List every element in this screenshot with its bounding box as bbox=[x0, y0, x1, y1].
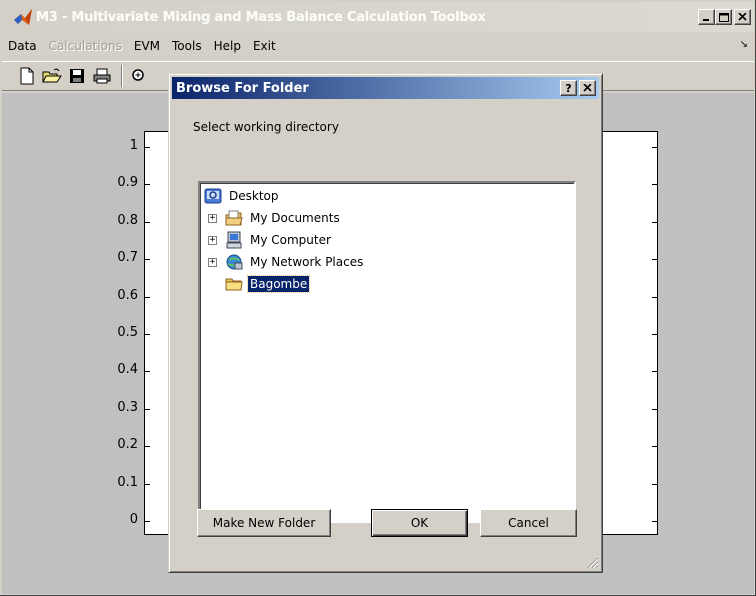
y-tick-label: 0.2 bbox=[117, 437, 138, 453]
zoom-in-button[interactable] bbox=[128, 65, 150, 87]
folder-tree[interactable]: Desktop + My Documents + My Computer + M… bbox=[198, 181, 576, 523]
y-tick-mark bbox=[145, 483, 150, 485]
y-tick-mark-right bbox=[652, 446, 657, 448]
dialog-title: Browse For Folder bbox=[176, 80, 309, 96]
y-tick-mark-right bbox=[652, 184, 657, 186]
tree-item-label: Desktop bbox=[229, 189, 279, 203]
y-tick-mark bbox=[145, 521, 150, 522]
open-button[interactable] bbox=[41, 65, 63, 87]
y-tick-mark-right bbox=[652, 221, 657, 223]
minimize-icon bbox=[703, 18, 709, 21]
tree-item-label: Bagombe bbox=[246, 275, 311, 293]
dialog-prompt: Select working directory bbox=[193, 120, 339, 134]
y-tick-mark bbox=[145, 446, 150, 448]
y-tick-mark bbox=[145, 184, 150, 186]
y-tick-mark bbox=[145, 147, 150, 148]
new-file-button[interactable] bbox=[16, 65, 38, 87]
y-tick-label: 0.6 bbox=[117, 287, 138, 303]
help-button[interactable]: ? bbox=[560, 80, 577, 96]
menu-bar: Data Calculations EVM Tools Help Exit ↘ bbox=[2, 34, 754, 58]
y-tick-label: 0.9 bbox=[117, 175, 138, 191]
expand-icon[interactable]: + bbox=[208, 213, 217, 223]
y-tick-mark bbox=[145, 221, 150, 223]
expand-icon[interactable]: + bbox=[208, 257, 217, 267]
browse-folder-dialog: Browse For Folder ? Select working direc… bbox=[168, 73, 603, 573]
y-tick-label: 0 bbox=[129, 512, 138, 527]
y-tick-label: 0.4 bbox=[117, 362, 138, 378]
menu-evm[interactable]: EVM bbox=[128, 39, 166, 53]
tree-item-label: My Computer bbox=[250, 233, 331, 247]
desktop-icon bbox=[204, 187, 222, 205]
make-new-folder-button[interactable]: Make New Folder bbox=[197, 509, 331, 537]
network-places-icon bbox=[225, 253, 243, 271]
my-computer-icon bbox=[225, 231, 243, 249]
menu-data[interactable]: Data bbox=[2, 39, 43, 53]
tree-item-bagombe[interactable]: Bagombe bbox=[225, 274, 311, 294]
save-button[interactable] bbox=[66, 65, 88, 87]
y-tick-mark bbox=[145, 371, 150, 373]
print-icon bbox=[93, 68, 111, 84]
y-tick-mark-right bbox=[652, 483, 657, 485]
y-tick-label: 0.1 bbox=[117, 474, 138, 490]
y-tick-mark-right bbox=[652, 147, 657, 148]
open-folder-icon bbox=[42, 68, 62, 83]
tree-item-desktop[interactable]: Desktop bbox=[204, 186, 281, 206]
y-tick-label: 0.3 bbox=[117, 399, 138, 415]
menu-overflow-arrow-icon[interactable]: ↘ bbox=[740, 39, 748, 50]
matlab-icon bbox=[14, 9, 32, 25]
app-title: M3 - Multivariate Mixing and Mass Balanc… bbox=[36, 9, 486, 25]
tree-item-my-documents[interactable]: + My Documents bbox=[208, 208, 342, 228]
title-bar[interactable]: M3 - Multivariate Mixing and Mass Balanc… bbox=[2, 2, 754, 32]
save-icon bbox=[70, 69, 84, 83]
menu-exit[interactable]: Exit bbox=[247, 39, 282, 53]
y-tick-mark-right bbox=[652, 521, 657, 522]
y-tick-mark-right bbox=[652, 334, 657, 335]
menu-calculations[interactable]: Calculations bbox=[43, 39, 128, 53]
zoom-in-icon bbox=[132, 69, 144, 81]
menu-help[interactable]: Help bbox=[208, 39, 247, 53]
tree-item-my-computer[interactable]: + My Computer bbox=[208, 230, 333, 250]
close-button[interactable] bbox=[734, 9, 751, 25]
y-tick-mark-right bbox=[652, 371, 657, 373]
y-tick-mark bbox=[145, 408, 150, 410]
y-tick-label: 0.5 bbox=[117, 325, 138, 340]
dialog-close-button[interactable] bbox=[579, 80, 596, 96]
close-icon bbox=[583, 84, 592, 92]
y-tick-mark bbox=[145, 259, 150, 261]
y-tick-label: 1 bbox=[129, 138, 138, 153]
toolbar-separator bbox=[121, 65, 123, 87]
y-tick-mark-right bbox=[652, 259, 657, 261]
maximize-icon bbox=[718, 12, 729, 22]
y-tick-mark bbox=[145, 334, 150, 335]
menu-tools[interactable]: Tools bbox=[166, 39, 208, 53]
close-icon bbox=[738, 13, 747, 21]
resize-grip-icon[interactable] bbox=[585, 555, 599, 569]
y-tick-mark-right bbox=[652, 408, 657, 410]
tree-item-label: My Network Places bbox=[250, 255, 364, 269]
y-tick-mark-right bbox=[652, 296, 657, 298]
cancel-button[interactable]: Cancel bbox=[480, 509, 577, 537]
print-button[interactable] bbox=[91, 65, 113, 87]
folder-icon bbox=[225, 275, 243, 293]
tree-item-network-places[interactable]: + My Network Places bbox=[208, 252, 365, 272]
tree-item-label: My Documents bbox=[250, 211, 340, 225]
y-tick-label: 0.8 bbox=[117, 212, 138, 228]
minimize-button[interactable] bbox=[698, 9, 715, 25]
y-tick-label: 0.7 bbox=[117, 250, 138, 266]
new-file-icon bbox=[20, 67, 34, 85]
y-tick-mark bbox=[145, 296, 150, 298]
my-documents-icon bbox=[225, 209, 243, 227]
expand-icon[interactable]: + bbox=[208, 235, 217, 245]
window-controls bbox=[698, 9, 751, 25]
ok-button[interactable]: OK bbox=[371, 509, 468, 537]
maximize-button[interactable] bbox=[715, 9, 732, 25]
dialog-title-buttons: ? bbox=[560, 80, 596, 96]
dialog-title-bar[interactable]: Browse For Folder ? bbox=[172, 77, 599, 99]
